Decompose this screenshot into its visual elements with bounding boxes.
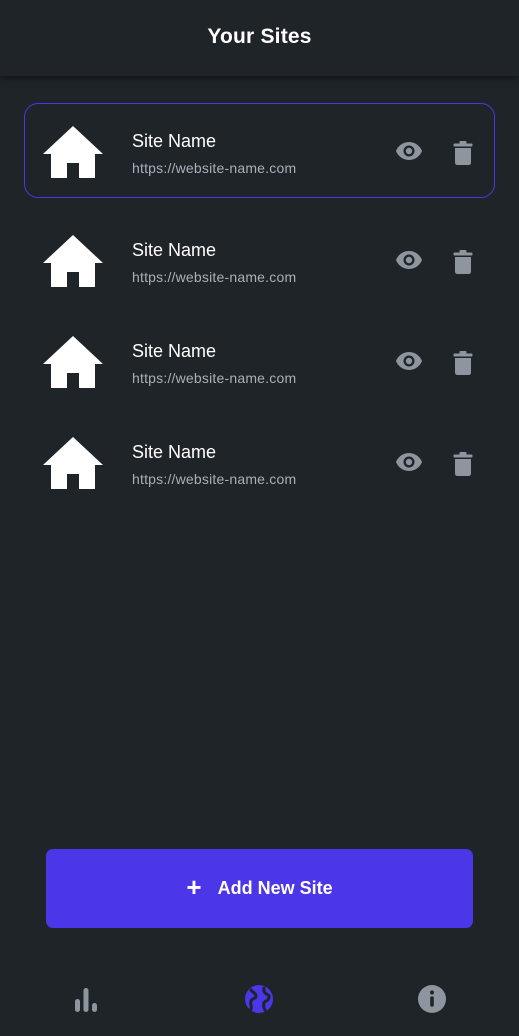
trash-icon[interactable]	[453, 452, 473, 476]
eye-icon[interactable]	[395, 140, 423, 162]
bottom-nav	[0, 960, 519, 1036]
site-url: https://website-name.com	[132, 269, 297, 285]
site-url: https://website-name.com	[132, 370, 297, 386]
site-url: https://website-name.com	[132, 471, 297, 487]
plus-icon: +	[186, 871, 202, 902]
globe-icon[interactable]	[244, 984, 274, 1014]
site-list-item[interactable]: Site Name https://website-name.com	[24, 414, 495, 509]
app-screen: Your Sites Site Name https://website-nam…	[0, 0, 519, 1036]
eye-icon[interactable]	[395, 249, 423, 271]
site-url: https://website-name.com	[132, 160, 297, 176]
site-name: Site Name	[132, 341, 217, 361]
site-name: Site Name	[132, 131, 217, 151]
page-title: Your Sites	[207, 24, 312, 48]
add-new-site-label: Add New Site	[217, 878, 333, 898]
eye-icon[interactable]	[395, 350, 423, 372]
home-icon	[43, 336, 103, 388]
home-icon	[43, 126, 103, 178]
site-list-item[interactable]: Site Name https://website-name.com	[24, 103, 495, 198]
site-name: Site Name	[132, 240, 217, 260]
site-name: Site Name	[132, 442, 217, 462]
home-icon	[43, 235, 103, 287]
trash-icon[interactable]	[453, 250, 473, 274]
add-new-site-button[interactable]: + Add New Site	[46, 849, 473, 928]
info-icon[interactable]	[417, 984, 447, 1014]
site-list-item[interactable]: Site Name https://website-name.com	[24, 212, 495, 307]
home-icon	[43, 437, 103, 489]
bar-chart-icon[interactable]	[71, 984, 101, 1014]
trash-icon[interactable]	[453, 141, 473, 165]
site-list-item[interactable]: Site Name https://website-name.com	[24, 313, 495, 408]
app-header: Your Sites	[0, 0, 519, 76]
trash-icon[interactable]	[453, 351, 473, 375]
eye-icon[interactable]	[395, 451, 423, 473]
